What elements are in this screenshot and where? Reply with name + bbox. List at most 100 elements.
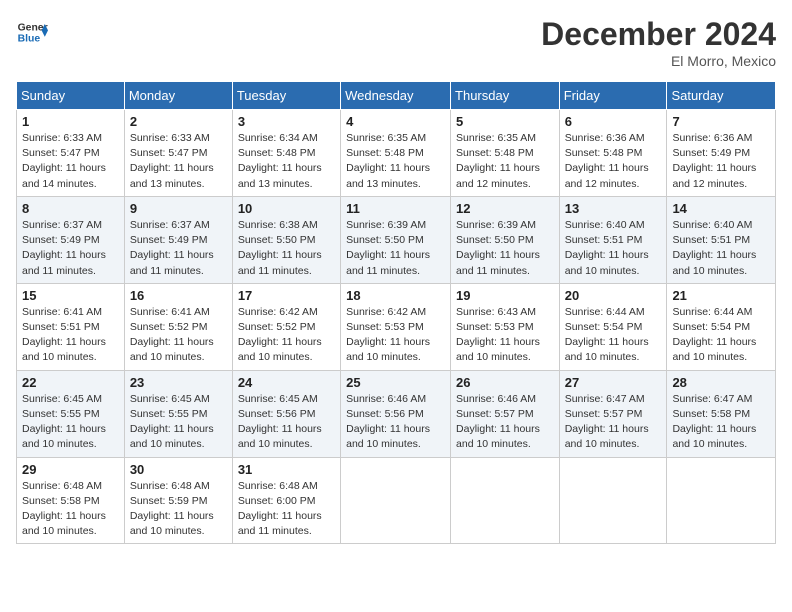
- day-info: Sunrise: 6:44 AM Sunset: 5:54 PM Dayligh…: [565, 305, 662, 366]
- day-info: Sunrise: 6:35 AM Sunset: 5:48 PM Dayligh…: [346, 131, 445, 192]
- day-number: 3: [238, 114, 335, 129]
- weekday-saturday: Saturday: [667, 82, 776, 110]
- day-info: Sunrise: 6:48 AM Sunset: 5:59 PM Dayligh…: [130, 479, 227, 540]
- weekday-sunday: Sunday: [17, 82, 125, 110]
- weekday-tuesday: Tuesday: [232, 82, 340, 110]
- calendar-cell: 20 Sunrise: 6:44 AM Sunset: 5:54 PM Dayl…: [559, 283, 667, 370]
- day-number: 4: [346, 114, 445, 129]
- day-info: Sunrise: 6:48 AM Sunset: 5:58 PM Dayligh…: [22, 479, 119, 540]
- day-info: Sunrise: 6:42 AM Sunset: 5:53 PM Dayligh…: [346, 305, 445, 366]
- day-number: 20: [565, 288, 662, 303]
- day-info: Sunrise: 6:36 AM Sunset: 5:48 PM Dayligh…: [565, 131, 662, 192]
- calendar-week-5: 29 Sunrise: 6:48 AM Sunset: 5:58 PM Dayl…: [17, 457, 776, 544]
- calendar-cell: 16 Sunrise: 6:41 AM Sunset: 5:52 PM Dayl…: [124, 283, 232, 370]
- page-header: General Blue December 2024 El Morro, Mex…: [16, 16, 776, 69]
- day-number: 22: [22, 375, 119, 390]
- calendar-table: SundayMondayTuesdayWednesdayThursdayFrid…: [16, 81, 776, 544]
- day-number: 6: [565, 114, 662, 129]
- calendar-cell: 31 Sunrise: 6:48 AM Sunset: 6:00 PM Dayl…: [232, 457, 340, 544]
- day-number: 18: [346, 288, 445, 303]
- calendar-cell: 10 Sunrise: 6:38 AM Sunset: 5:50 PM Dayl…: [232, 196, 340, 283]
- day-info: Sunrise: 6:45 AM Sunset: 5:55 PM Dayligh…: [22, 392, 119, 453]
- calendar-cell: [451, 457, 560, 544]
- calendar-cell: 28 Sunrise: 6:47 AM Sunset: 5:58 PM Dayl…: [667, 370, 776, 457]
- day-info: Sunrise: 6:44 AM Sunset: 5:54 PM Dayligh…: [672, 305, 770, 366]
- calendar-cell: 9 Sunrise: 6:37 AM Sunset: 5:49 PM Dayli…: [124, 196, 232, 283]
- day-info: Sunrise: 6:47 AM Sunset: 5:57 PM Dayligh…: [565, 392, 662, 453]
- day-info: Sunrise: 6:33 AM Sunset: 5:47 PM Dayligh…: [22, 131, 119, 192]
- logo: General Blue: [16, 16, 48, 48]
- calendar-cell: 12 Sunrise: 6:39 AM Sunset: 5:50 PM Dayl…: [451, 196, 560, 283]
- day-number: 28: [672, 375, 770, 390]
- calendar-cell: 30 Sunrise: 6:48 AM Sunset: 5:59 PM Dayl…: [124, 457, 232, 544]
- calendar-cell: 11 Sunrise: 6:39 AM Sunset: 5:50 PM Dayl…: [341, 196, 451, 283]
- day-info: Sunrise: 6:37 AM Sunset: 5:49 PM Dayligh…: [22, 218, 119, 279]
- day-number: 30: [130, 462, 227, 477]
- logo-icon: General Blue: [16, 16, 48, 48]
- day-number: 5: [456, 114, 554, 129]
- day-info: Sunrise: 6:39 AM Sunset: 5:50 PM Dayligh…: [456, 218, 554, 279]
- calendar-week-4: 22 Sunrise: 6:45 AM Sunset: 5:55 PM Dayl…: [17, 370, 776, 457]
- day-info: Sunrise: 6:41 AM Sunset: 5:52 PM Dayligh…: [130, 305, 227, 366]
- day-number: 16: [130, 288, 227, 303]
- calendar-cell: 3 Sunrise: 6:34 AM Sunset: 5:48 PM Dayli…: [232, 110, 340, 197]
- day-info: Sunrise: 6:34 AM Sunset: 5:48 PM Dayligh…: [238, 131, 335, 192]
- day-info: Sunrise: 6:37 AM Sunset: 5:49 PM Dayligh…: [130, 218, 227, 279]
- calendar-week-3: 15 Sunrise: 6:41 AM Sunset: 5:51 PM Dayl…: [17, 283, 776, 370]
- day-info: Sunrise: 6:43 AM Sunset: 5:53 PM Dayligh…: [456, 305, 554, 366]
- day-number: 23: [130, 375, 227, 390]
- day-info: Sunrise: 6:46 AM Sunset: 5:57 PM Dayligh…: [456, 392, 554, 453]
- day-number: 17: [238, 288, 335, 303]
- calendar-week-1: 1 Sunrise: 6:33 AM Sunset: 5:47 PM Dayli…: [17, 110, 776, 197]
- day-number: 14: [672, 201, 770, 216]
- calendar-cell: 19 Sunrise: 6:43 AM Sunset: 5:53 PM Dayl…: [451, 283, 560, 370]
- calendar-cell: 7 Sunrise: 6:36 AM Sunset: 5:49 PM Dayli…: [667, 110, 776, 197]
- calendar-cell: 26 Sunrise: 6:46 AM Sunset: 5:57 PM Dayl…: [451, 370, 560, 457]
- day-number: 21: [672, 288, 770, 303]
- calendar-cell: 2 Sunrise: 6:33 AM Sunset: 5:47 PM Dayli…: [124, 110, 232, 197]
- day-info: Sunrise: 6:36 AM Sunset: 5:49 PM Dayligh…: [672, 131, 770, 192]
- calendar-cell: 22 Sunrise: 6:45 AM Sunset: 5:55 PM Dayl…: [17, 370, 125, 457]
- day-info: Sunrise: 6:45 AM Sunset: 5:56 PM Dayligh…: [238, 392, 335, 453]
- calendar-cell: 8 Sunrise: 6:37 AM Sunset: 5:49 PM Dayli…: [17, 196, 125, 283]
- calendar-cell: [559, 457, 667, 544]
- day-info: Sunrise: 6:39 AM Sunset: 5:50 PM Dayligh…: [346, 218, 445, 279]
- month-title: December 2024: [541, 16, 776, 53]
- day-number: 26: [456, 375, 554, 390]
- calendar-cell: 4 Sunrise: 6:35 AM Sunset: 5:48 PM Dayli…: [341, 110, 451, 197]
- day-number: 25: [346, 375, 445, 390]
- weekday-thursday: Thursday: [451, 82, 560, 110]
- day-info: Sunrise: 6:40 AM Sunset: 5:51 PM Dayligh…: [565, 218, 662, 279]
- day-number: 24: [238, 375, 335, 390]
- calendar-cell: 21 Sunrise: 6:44 AM Sunset: 5:54 PM Dayl…: [667, 283, 776, 370]
- calendar-cell: 13 Sunrise: 6:40 AM Sunset: 5:51 PM Dayl…: [559, 196, 667, 283]
- day-number: 7: [672, 114, 770, 129]
- day-info: Sunrise: 6:40 AM Sunset: 5:51 PM Dayligh…: [672, 218, 770, 279]
- day-number: 19: [456, 288, 554, 303]
- day-number: 1: [22, 114, 119, 129]
- weekday-header-row: SundayMondayTuesdayWednesdayThursdayFrid…: [17, 82, 776, 110]
- calendar-body: 1 Sunrise: 6:33 AM Sunset: 5:47 PM Dayli…: [17, 110, 776, 544]
- calendar-cell: 27 Sunrise: 6:47 AM Sunset: 5:57 PM Dayl…: [559, 370, 667, 457]
- location: El Morro, Mexico: [541, 53, 776, 69]
- calendar-cell: 15 Sunrise: 6:41 AM Sunset: 5:51 PM Dayl…: [17, 283, 125, 370]
- day-info: Sunrise: 6:41 AM Sunset: 5:51 PM Dayligh…: [22, 305, 119, 366]
- svg-text:Blue: Blue: [18, 34, 41, 45]
- day-info: Sunrise: 6:48 AM Sunset: 6:00 PM Dayligh…: [238, 479, 335, 540]
- calendar-cell: 24 Sunrise: 6:45 AM Sunset: 5:56 PM Dayl…: [232, 370, 340, 457]
- day-number: 9: [130, 201, 227, 216]
- weekday-wednesday: Wednesday: [341, 82, 451, 110]
- calendar-cell: 14 Sunrise: 6:40 AM Sunset: 5:51 PM Dayl…: [667, 196, 776, 283]
- day-number: 12: [456, 201, 554, 216]
- day-info: Sunrise: 6:42 AM Sunset: 5:52 PM Dayligh…: [238, 305, 335, 366]
- day-number: 8: [22, 201, 119, 216]
- calendar-cell: 1 Sunrise: 6:33 AM Sunset: 5:47 PM Dayli…: [17, 110, 125, 197]
- day-info: Sunrise: 6:38 AM Sunset: 5:50 PM Dayligh…: [238, 218, 335, 279]
- calendar-cell: 29 Sunrise: 6:48 AM Sunset: 5:58 PM Dayl…: [17, 457, 125, 544]
- calendar-cell: 23 Sunrise: 6:45 AM Sunset: 5:55 PM Dayl…: [124, 370, 232, 457]
- day-number: 29: [22, 462, 119, 477]
- calendar-cell: 25 Sunrise: 6:46 AM Sunset: 5:56 PM Dayl…: [341, 370, 451, 457]
- calendar-week-2: 8 Sunrise: 6:37 AM Sunset: 5:49 PM Dayli…: [17, 196, 776, 283]
- calendar-cell: 18 Sunrise: 6:42 AM Sunset: 5:53 PM Dayl…: [341, 283, 451, 370]
- day-number: 2: [130, 114, 227, 129]
